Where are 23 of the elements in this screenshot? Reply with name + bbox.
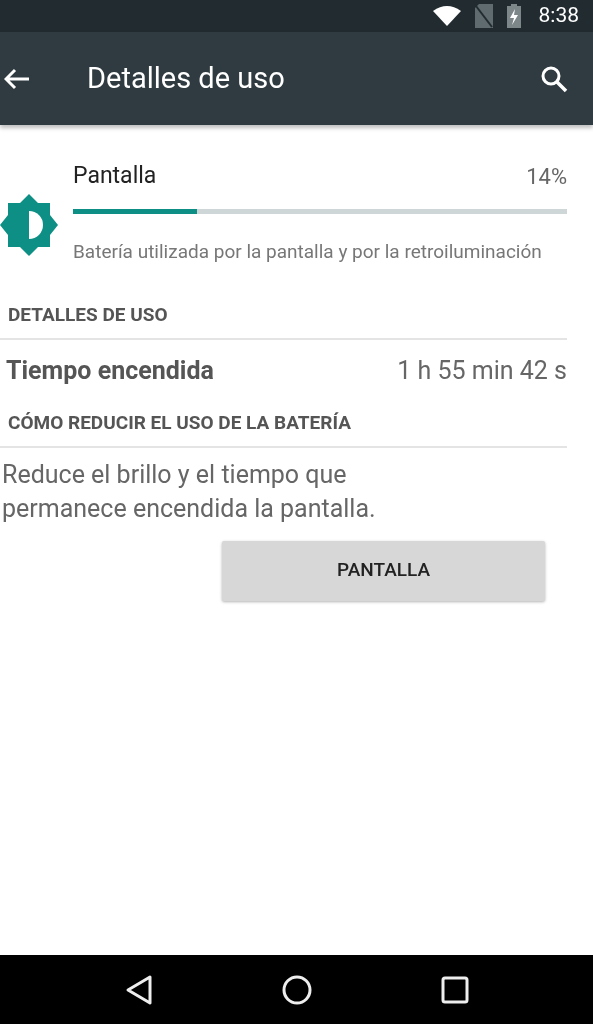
search-icon [540, 64, 568, 93]
back-arrow-icon [4, 67, 30, 90]
app-name: Pantalla [73, 160, 157, 191]
brightness-icon [0, 194, 58, 256]
no-sim-icon [474, 4, 493, 28]
screen-settings-button[interactable]: PANTALLA [222, 540, 545, 601]
usage-percent: 14% [526, 162, 567, 191]
section-header: DETALLES DE USO [8, 303, 168, 326]
usage-description: Batería utilizada por la pantalla y por la retroiluminación [73, 239, 543, 265]
home-nav-button[interactable] [281, 974, 312, 1005]
back-nav-button[interactable] [124, 973, 153, 1006]
row-label: Tiempo encendida [6, 354, 214, 387]
home-circle-icon [281, 974, 312, 1005]
toolbar-title: Detalles de uso [87, 59, 286, 97]
section-header: CÓMO REDUCIR EL USO DE LA BATERÍA [8, 411, 351, 434]
recents-nav-button[interactable] [440, 975, 469, 1004]
row-value: 1 h 55 min 42 s [397, 354, 567, 387]
clock-time: 8:38 [538, 2, 579, 30]
back-triangle-icon [124, 973, 153, 1006]
wifi-icon [432, 6, 461, 26]
tip-text: Reduce el brillo y el tiempo que permanece encendida la pantalla. [1, 458, 377, 525]
recents-square-icon [440, 975, 469, 1004]
battery-charging-icon [506, 4, 521, 28]
